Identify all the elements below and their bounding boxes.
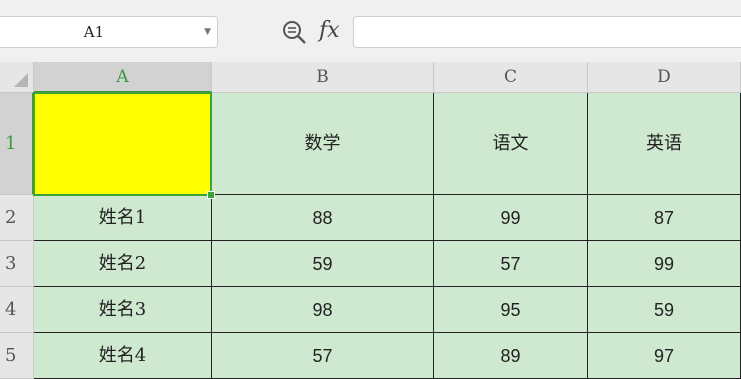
cell-d5[interactable]: 97: [588, 333, 741, 379]
zoom-formula-icon[interactable]: [281, 19, 307, 45]
cell-d1[interactable]: 英语: [588, 93, 741, 195]
cell-c1[interactable]: 语文: [434, 93, 588, 195]
formula-bar: A1 ▼ fx: [0, 0, 741, 62]
cell-b1[interactable]: 数学: [212, 93, 434, 195]
column-header-a[interactable]: A: [34, 62, 212, 93]
column-header-d[interactable]: D: [588, 62, 741, 93]
cell-c5[interactable]: 89: [434, 333, 588, 379]
cell-a2[interactable]: 姓名1: [34, 195, 212, 241]
column-header-b[interactable]: B: [212, 62, 434, 93]
chevron-down-icon[interactable]: ▼: [204, 17, 211, 47]
row-header-3[interactable]: 3: [0, 241, 34, 287]
cell-b5[interactable]: 57: [212, 333, 434, 379]
row-header-2[interactable]: 2: [0, 195, 34, 241]
cell-d3[interactable]: 99: [588, 241, 741, 287]
cell-b4[interactable]: 98: [212, 287, 434, 333]
fx-icon[interactable]: fx: [319, 15, 340, 47]
column-header-c[interactable]: C: [434, 62, 588, 93]
cell-d4[interactable]: 59: [588, 287, 741, 333]
cell-c2[interactable]: 99: [434, 195, 588, 241]
row-header-5[interactable]: 5: [0, 333, 34, 379]
formula-input[interactable]: [353, 16, 741, 48]
cell-a4[interactable]: 姓名3: [34, 287, 212, 333]
cell-a3[interactable]: 姓名2: [34, 241, 212, 287]
cell-d2[interactable]: 87: [588, 195, 741, 241]
cell-b3[interactable]: 59: [212, 241, 434, 287]
cell-a5[interactable]: 姓名4: [34, 333, 212, 379]
select-all-corner[interactable]: [0, 62, 34, 93]
row-header-1[interactable]: 1: [0, 93, 34, 195]
row-header-4[interactable]: 4: [0, 287, 34, 333]
name-box[interactable]: A1 ▼: [0, 16, 218, 48]
cell-c3[interactable]: 57: [434, 241, 588, 287]
cell-b2[interactable]: 88: [212, 195, 434, 241]
fill-handle[interactable]: [207, 191, 215, 199]
selection-outline: [33, 92, 212, 196]
cell-c4[interactable]: 95: [434, 287, 588, 333]
name-box-value: A1: [83, 23, 105, 41]
